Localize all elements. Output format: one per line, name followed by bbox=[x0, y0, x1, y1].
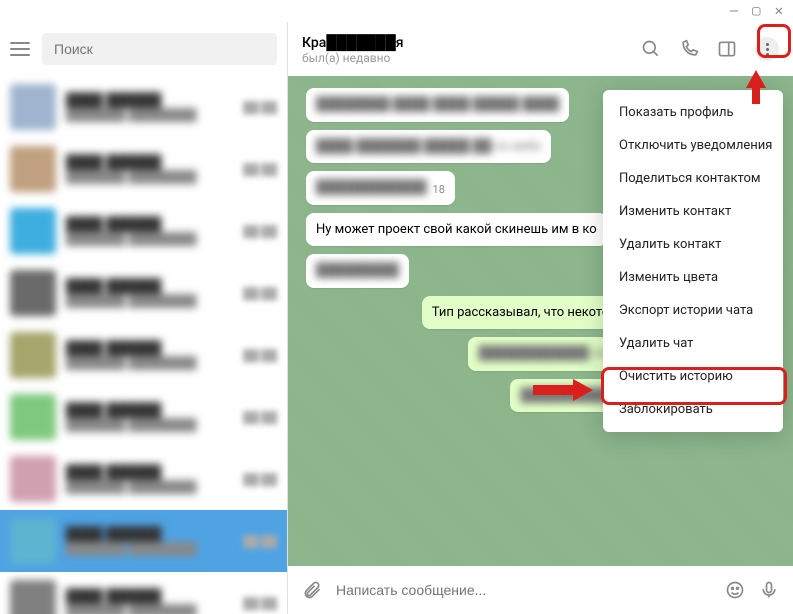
chat-list-item[interactable]: ████ █████████████ ████████ ██:██ bbox=[0, 262, 287, 324]
message-bubble[interactable]: ████████ ████ ████ █████ ████ bbox=[306, 88, 569, 122]
menu-item[interactable]: Поделиться контактом bbox=[603, 162, 783, 195]
attach-icon[interactable] bbox=[302, 580, 322, 600]
menu-item[interactable]: Отключить уведомления bbox=[603, 129, 783, 162]
chat-list-item[interactable]: ████ █████████████ ████████ ██:██ bbox=[0, 200, 287, 262]
chat-contact-name[interactable]: Кра███████я bbox=[302, 34, 629, 51]
menu-item[interactable]: Очистить историю bbox=[603, 360, 783, 393]
chat-list-item[interactable]: ████ █████████████ ████████ ██:██ bbox=[0, 572, 287, 614]
more-options-button[interactable] bbox=[755, 37, 779, 61]
menu-item[interactable]: Изменить цвета bbox=[603, 261, 783, 294]
chat-contact-status: был(а) недавно bbox=[302, 51, 629, 65]
menu-item[interactable]: Экспорт истории чата bbox=[603, 294, 783, 327]
menu-icon[interactable] bbox=[10, 42, 30, 56]
chat-list-item[interactable]: ████ █████████████ ████████ ██:██ bbox=[0, 324, 287, 386]
minimize-button[interactable]: — bbox=[730, 3, 738, 19]
menu-item[interactable]: Показать профиль bbox=[603, 96, 783, 129]
window-titlebar: — ▢ ✕ bbox=[0, 0, 793, 22]
menu-item[interactable]: Удалить контакт bbox=[603, 228, 783, 261]
chat-context-menu: Показать профильОтключить уведомленияПод… bbox=[603, 90, 783, 432]
menu-item[interactable]: Изменить контакт bbox=[603, 195, 783, 228]
message-bubble[interactable]: Ну может проект свой какой скинешь им в … bbox=[306, 213, 607, 247]
menu-item[interactable]: Заблокировать bbox=[603, 393, 783, 426]
voice-icon[interactable] bbox=[759, 580, 779, 600]
chat-list-item[interactable]: ████ █████████████ ████████ ██:██ bbox=[0, 510, 287, 572]
message-bubble[interactable]: █████████ bbox=[306, 254, 409, 288]
chat-list-item[interactable]: ████ █████████████ ████████ ██:██ bbox=[0, 448, 287, 510]
search-icon[interactable] bbox=[641, 39, 661, 59]
chat-list-item[interactable]: ████ █████████████ ████████ ██:██ bbox=[0, 386, 287, 448]
message-bubble[interactable]: ████████████18 bbox=[306, 171, 455, 205]
message-input[interactable] bbox=[336, 582, 711, 598]
menu-item[interactable]: Удалить чат bbox=[603, 327, 783, 360]
chat-list-item[interactable]: ████ █████████████ ████████ ██:██ bbox=[0, 76, 287, 138]
chat-list-item[interactable]: ████ █████████████ ████████ ██:██ bbox=[0, 138, 287, 200]
close-window-button[interactable]: ✕ bbox=[775, 3, 783, 19]
call-icon[interactable] bbox=[679, 39, 699, 59]
side-panel-icon[interactable] bbox=[717, 39, 737, 59]
chat-pane: Кра███████я был(а) недавно ████████ ████… bbox=[288, 22, 793, 614]
emoji-icon[interactable] bbox=[725, 580, 745, 600]
maximize-button[interactable]: ▢ bbox=[752, 3, 760, 19]
chat-header: Кра███████я был(а) недавно bbox=[288, 22, 793, 76]
message-composer bbox=[288, 566, 793, 614]
search-input[interactable] bbox=[42, 33, 277, 65]
chat-list: ████ █████████████ ████████ ██:██ ████ █… bbox=[0, 76, 287, 614]
message-bubble[interactable]: ████ ███████ █████ ██ по вебк bbox=[306, 130, 551, 164]
chat-list-sidebar: ████ █████████████ ████████ ██:██ ████ █… bbox=[0, 22, 288, 614]
